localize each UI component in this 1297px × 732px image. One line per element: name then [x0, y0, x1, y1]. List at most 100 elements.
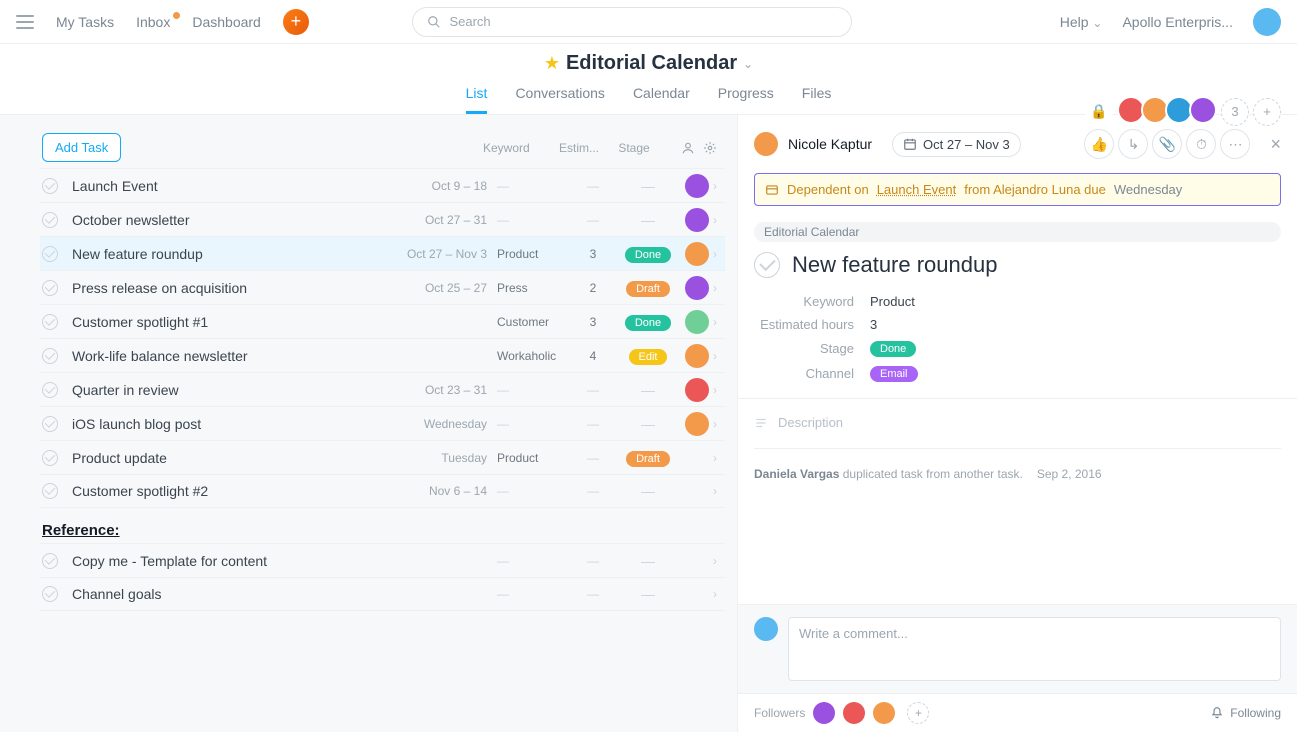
task-name: Launch Event	[72, 178, 397, 194]
col-estimate[interactable]: Estim...	[555, 141, 603, 155]
field-val-keyword[interactable]: Product	[870, 294, 915, 309]
more-icon[interactable]: ⋯	[1220, 129, 1250, 159]
task-assignee-avatar[interactable]	[685, 378, 709, 402]
task-row[interactable]: Copy me - Template for content———›	[40, 543, 725, 577]
task-row[interactable]: Launch EventOct 9 – 18———›	[40, 168, 725, 202]
task-keyword: —	[497, 179, 569, 193]
complete-task-button[interactable]	[754, 252, 780, 278]
task-row[interactable]: New feature roundupOct 27 – Nov 3Product…	[40, 236, 725, 270]
person-icon[interactable]	[681, 141, 695, 155]
task-assignee-avatar[interactable]	[685, 174, 709, 198]
task-row[interactable]: October newsletterOct 27 – 31———›	[40, 202, 725, 236]
comment-input[interactable]: Write a comment...	[788, 617, 1281, 681]
description-field[interactable]: Description	[738, 398, 1297, 438]
follower-avatar[interactable]	[843, 702, 865, 724]
task-row[interactable]: Product updateTuesdayProduct—Draft›	[40, 440, 725, 474]
task-stage: Edit	[617, 347, 679, 365]
assignee-avatar[interactable]	[754, 132, 778, 156]
task-check-icon[interactable]	[42, 280, 58, 296]
add-member-button[interactable]: +	[1253, 98, 1281, 126]
task-row[interactable]: Press release on acquisitionOct 25 – 27P…	[40, 270, 725, 304]
attachment-icon[interactable]: 📎	[1152, 129, 1182, 159]
task-name: Product update	[72, 450, 397, 466]
task-row[interactable]: Channel goals———›	[40, 577, 725, 611]
member-avatar[interactable]	[1189, 96, 1217, 124]
task-assignee-avatar[interactable]	[685, 242, 709, 266]
col-stage[interactable]: Stage	[603, 141, 665, 155]
task-check-icon[interactable]	[42, 382, 58, 398]
task-assignee-avatar[interactable]	[685, 276, 709, 300]
assignee-name[interactable]: Nicole Kaptur	[788, 136, 872, 152]
task-assignee-avatar[interactable]	[685, 412, 709, 436]
project-dropdown-icon[interactable]: ⌄	[743, 57, 753, 71]
task-assignee-avatar[interactable]	[685, 208, 709, 232]
nav-inbox[interactable]: Inbox	[136, 14, 170, 30]
like-icon[interactable]: 👍	[1084, 129, 1114, 159]
menu-icon[interactable]	[16, 15, 34, 29]
task-row[interactable]: Work-life balance newsletterWorkaholic4E…	[40, 338, 725, 372]
tab-progress[interactable]: Progress	[718, 85, 774, 114]
task-row[interactable]: iOS launch blog postWednesday———›	[40, 406, 725, 440]
following-toggle[interactable]: Following	[1210, 706, 1281, 720]
task-check-icon[interactable]	[42, 348, 58, 364]
task-check-icon[interactable]	[42, 586, 58, 602]
tab-list[interactable]: List	[466, 85, 488, 114]
lock-icon[interactable]: 🔒	[1085, 98, 1113, 126]
gear-icon[interactable]	[703, 141, 717, 155]
quick-add-button[interactable]: +	[283, 9, 309, 35]
workspace-menu[interactable]: Apollo Enterpris...	[1122, 14, 1233, 30]
clock-icon[interactable]: ⏱	[1186, 129, 1216, 159]
tab-calendar[interactable]: Calendar	[633, 85, 690, 114]
task-title[interactable]: New feature roundup	[792, 252, 997, 278]
task-check-icon[interactable]	[42, 450, 58, 466]
chevron-right-icon: ›	[713, 179, 717, 193]
task-row[interactable]: Quarter in reviewOct 23 – 31———›	[40, 372, 725, 406]
task-check-icon[interactable]	[42, 314, 58, 330]
close-icon[interactable]: ×	[1270, 134, 1281, 155]
task-row[interactable]: Customer spotlight #2Nov 6 – 14———›	[40, 474, 725, 508]
task-stage: —	[617, 382, 679, 398]
project-chip[interactable]: Editorial Calendar	[754, 222, 1281, 242]
nav-dashboard[interactable]: Dashboard	[192, 14, 261, 30]
user-avatar[interactable]	[1253, 8, 1281, 36]
task-estimate: 3	[569, 315, 617, 329]
member-overflow[interactable]: 3	[1221, 98, 1249, 126]
subtask-icon[interactable]: ↳	[1118, 129, 1148, 159]
task-check-icon[interactable]	[42, 416, 58, 432]
search-input[interactable]: Search	[412, 7, 852, 37]
field-val-stage[interactable]: Done	[870, 340, 916, 357]
task-check-icon[interactable]	[42, 212, 58, 228]
follower-avatar[interactable]	[813, 702, 835, 724]
section-reference[interactable]: Reference:	[42, 522, 725, 539]
follower-avatar[interactable]	[873, 702, 895, 724]
task-keyword: Workaholic	[497, 349, 569, 363]
task-keyword: —	[497, 383, 569, 397]
task-assignee-avatar[interactable]	[685, 344, 709, 368]
task-stage: Draft	[617, 449, 679, 467]
field-val-channel[interactable]: Email	[870, 365, 918, 382]
dependency-icon	[765, 183, 779, 197]
task-check-icon[interactable]	[42, 483, 58, 499]
nav-my-tasks[interactable]: My Tasks	[56, 14, 114, 30]
chevron-right-icon: ›	[713, 315, 717, 329]
task-row[interactable]: Customer spotlight #1Customer3Done›	[40, 304, 725, 338]
task-assignee-avatar[interactable]	[685, 310, 709, 334]
task-check-icon[interactable]	[42, 178, 58, 194]
task-check-icon[interactable]	[42, 246, 58, 262]
star-icon[interactable]: ★	[544, 53, 560, 74]
field-val-hours[interactable]: 3	[870, 317, 877, 332]
task-stage: —	[617, 483, 679, 499]
task-stage: Done	[617, 313, 679, 331]
add-task-button[interactable]: Add Task	[42, 133, 121, 162]
tab-files[interactable]: Files	[802, 85, 832, 114]
project-title[interactable]: Editorial Calendar	[566, 52, 737, 75]
followers-label: Followers	[754, 706, 805, 720]
add-follower-button[interactable]: +	[907, 702, 929, 724]
tab-conversations[interactable]: Conversations	[515, 85, 605, 114]
task-check-icon[interactable]	[42, 553, 58, 569]
dependency-banner[interactable]: Dependent on Launch Event from Alejandro…	[754, 173, 1281, 206]
due-date-chip[interactable]: Oct 27 – Nov 3	[892, 132, 1021, 157]
help-link[interactable]: Help ⌄	[1060, 14, 1103, 30]
col-keyword[interactable]: Keyword	[483, 141, 555, 155]
task-stage: —	[617, 178, 679, 194]
